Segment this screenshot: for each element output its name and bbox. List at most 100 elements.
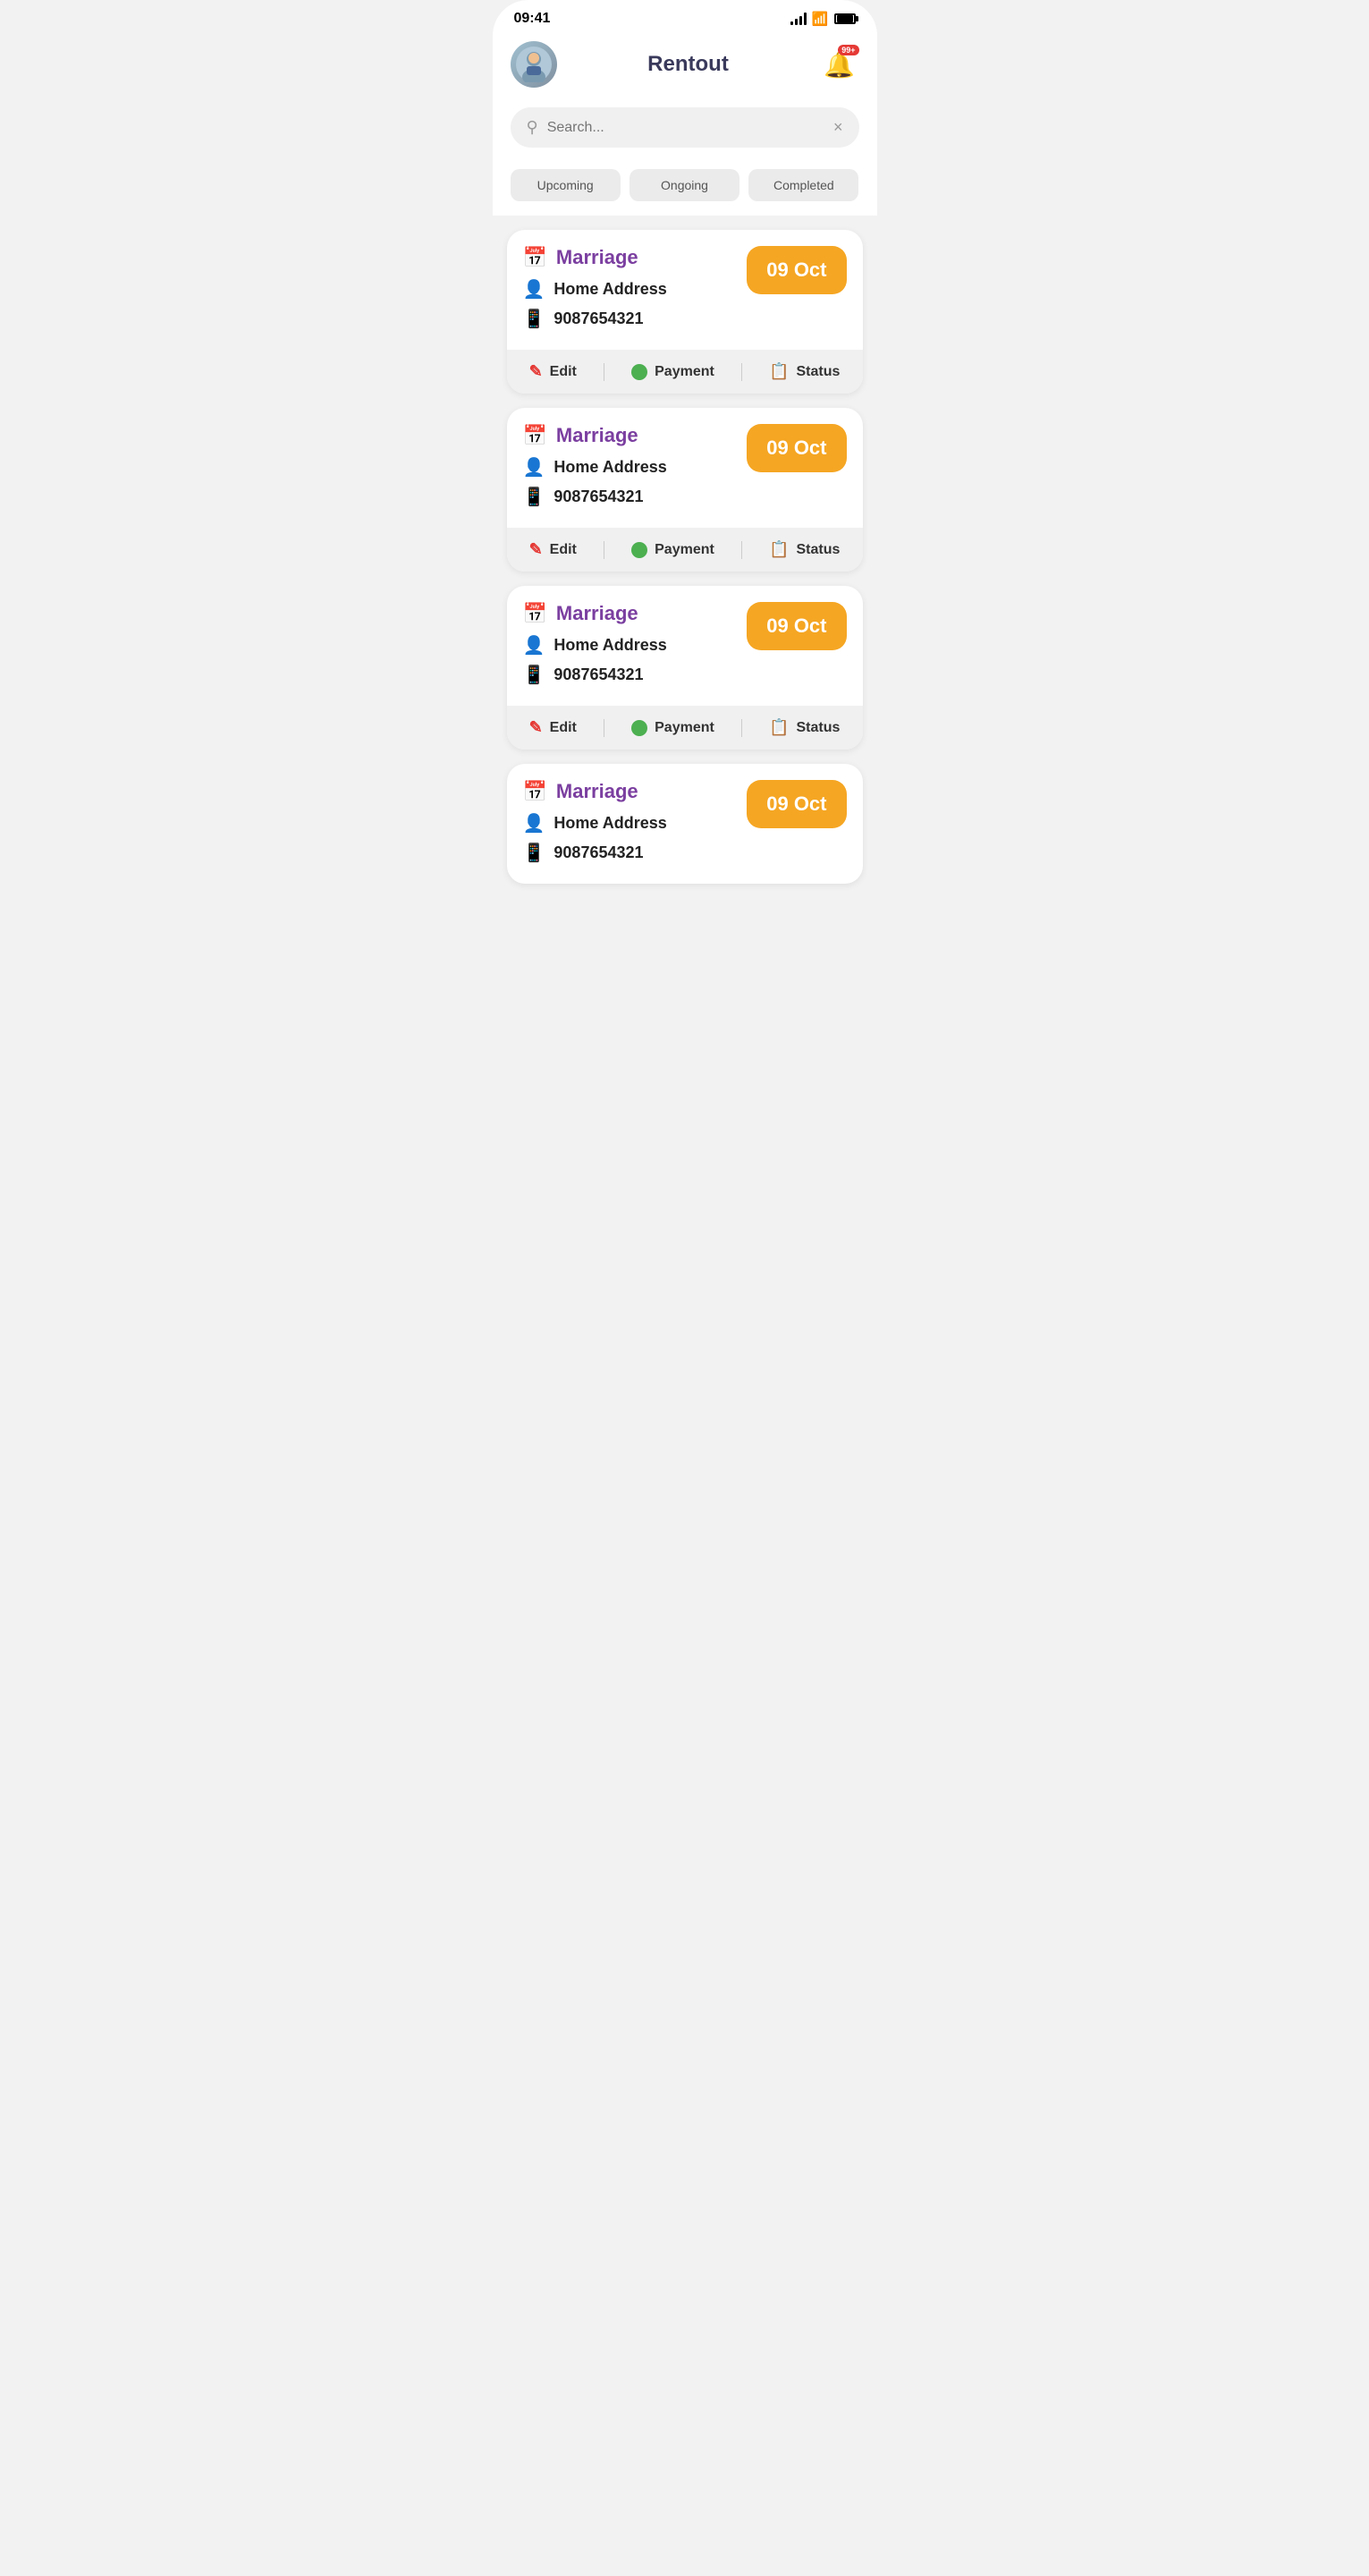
- edit-label-1: Edit: [550, 364, 577, 380]
- search-icon: ⚲: [527, 118, 538, 137]
- address-text-2: Home Address: [554, 458, 666, 477]
- calendar-icon-2: 📅: [523, 424, 547, 447]
- address-text-3: Home Address: [554, 636, 666, 655]
- wifi-icon: 📶: [812, 11, 829, 27]
- date-badge-3: 09 Oct: [747, 602, 846, 650]
- address-text-4: Home Address: [554, 814, 666, 833]
- payment-dot-1: [631, 364, 647, 380]
- edit-button-3[interactable]: ✎ Edit: [529, 718, 577, 737]
- event-name-3: Marriage: [556, 602, 638, 625]
- phone-icon-4: 📱: [523, 842, 545, 864]
- phone-text-4: 9087654321: [554, 843, 643, 862]
- edit-label-3: Edit: [550, 720, 577, 736]
- divider-2b: [741, 541, 742, 559]
- payment-button-3[interactable]: Payment: [631, 720, 714, 736]
- status-icons: 📶: [790, 11, 856, 27]
- status-icon-1: 📋: [769, 362, 789, 381]
- address-text-1: Home Address: [554, 280, 666, 299]
- address-row-1: 👤 Home Address: [523, 278, 748, 301]
- person-icon-4: 👤: [523, 812, 545, 835]
- app-title: Rentout: [647, 52, 729, 77]
- status-label-3: Status: [797, 720, 841, 736]
- calendar-icon-1: 📅: [523, 246, 547, 269]
- phone-text-2: 9087654321: [554, 487, 643, 506]
- edit-icon-3: ✎: [529, 718, 543, 737]
- date-text-2: 09 Oct: [766, 436, 826, 460]
- status-time: 09:41: [514, 11, 551, 27]
- edit-icon-2: ✎: [529, 540, 543, 559]
- phone-row-1: 📱 9087654321: [523, 308, 748, 330]
- phone-icon-3: 📱: [523, 664, 545, 686]
- phone-row-3: 📱 9087654321: [523, 664, 748, 686]
- payment-label-2: Payment: [655, 542, 714, 558]
- booking-card-3: 📅 Marriage 👤 Home Address 📱 9087654321 0…: [507, 586, 863, 750]
- phone-text-1: 9087654321: [554, 309, 643, 328]
- card-actions-2: ✎ Edit Payment 📋 Status: [507, 528, 863, 572]
- booking-card-2: 📅 Marriage 👤 Home Address 📱 9087654321 0…: [507, 408, 863, 572]
- event-row-2: 📅 Marriage: [523, 424, 748, 447]
- person-icon-3: 👤: [523, 634, 545, 657]
- battery-icon: [834, 13, 856, 24]
- card-top-2: 📅 Marriage 👤 Home Address 📱 9087654321 0…: [507, 408, 863, 528]
- payment-label-3: Payment: [655, 720, 714, 736]
- status-button-1[interactable]: 📋 Status: [769, 362, 840, 381]
- notification-badge: 99+: [838, 45, 858, 55]
- status-label-2: Status: [797, 542, 841, 558]
- date-text-3: 09 Oct: [766, 614, 826, 638]
- tab-completed[interactable]: Completed: [748, 169, 858, 201]
- edit-label-2: Edit: [550, 542, 577, 558]
- event-name-4: Marriage: [556, 780, 638, 803]
- search-input[interactable]: [547, 120, 824, 136]
- edit-icon-1: ✎: [529, 362, 543, 381]
- date-text-4: 09 Oct: [766, 792, 826, 816]
- edit-button-1[interactable]: ✎ Edit: [529, 362, 577, 381]
- card-actions-3: ✎ Edit Payment 📋 Status: [507, 706, 863, 750]
- payment-button-1[interactable]: Payment: [631, 364, 714, 380]
- clear-icon[interactable]: ×: [833, 118, 843, 137]
- tab-ongoing[interactable]: Ongoing: [630, 169, 739, 201]
- status-icon-2: 📋: [769, 540, 789, 559]
- event-row-4: 📅 Marriage: [523, 780, 748, 803]
- status-icon-3: 📋: [769, 718, 789, 737]
- person-icon-2: 👤: [523, 456, 545, 479]
- notification-bell[interactable]: 🔔 99+: [820, 45, 859, 84]
- filter-tabs: Upcoming Ongoing Completed: [493, 162, 877, 216]
- card-top-4: 📅 Marriage 👤 Home Address 📱 9087654321 0…: [507, 764, 863, 884]
- event-name-2: Marriage: [556, 424, 638, 447]
- phone-text-3: 9087654321: [554, 665, 643, 684]
- edit-button-2[interactable]: ✎ Edit: [529, 540, 577, 559]
- card-info-2: 📅 Marriage 👤 Home Address 📱 9087654321: [523, 424, 748, 515]
- status-button-3[interactable]: 📋 Status: [769, 718, 840, 737]
- card-top-1: 📅 Marriage 👤 Home Address 📱 9087654321 0…: [507, 230, 863, 350]
- header: Rentout 🔔 99+: [493, 30, 877, 97]
- divider-3b: [741, 719, 742, 737]
- search-bar: ⚲ ×: [511, 107, 859, 148]
- booking-card-1: 📅 Marriage 👤 Home Address 📱 9087654321 0…: [507, 230, 863, 394]
- phone-icon-1: 📱: [523, 308, 545, 330]
- card-actions-1: ✎ Edit Payment 📋 Status: [507, 350, 863, 394]
- phone-row-4: 📱 9087654321: [523, 842, 748, 864]
- phone-row-2: 📱 9087654321: [523, 486, 748, 508]
- payment-button-2[interactable]: Payment: [631, 542, 714, 558]
- phone-icon-2: 📱: [523, 486, 545, 508]
- date-badge-4: 09 Oct: [747, 780, 846, 828]
- search-container: ⚲ ×: [493, 97, 877, 162]
- payment-label-1: Payment: [655, 364, 714, 380]
- status-bar: 09:41 📶: [493, 0, 877, 30]
- card-info-4: 📅 Marriage 👤 Home Address 📱 9087654321: [523, 780, 748, 871]
- date-text-1: 09 Oct: [766, 258, 826, 282]
- status-button-2[interactable]: 📋 Status: [769, 540, 840, 559]
- calendar-icon-4: 📅: [523, 780, 547, 803]
- person-icon-1: 👤: [523, 278, 545, 301]
- event-row-1: 📅 Marriage: [523, 246, 748, 269]
- address-row-3: 👤 Home Address: [523, 634, 748, 657]
- card-info-1: 📅 Marriage 👤 Home Address 📱 9087654321: [523, 246, 748, 337]
- avatar[interactable]: [511, 41, 557, 88]
- payment-dot-3: [631, 720, 647, 736]
- date-badge-1: 09 Oct: [747, 246, 846, 294]
- tab-upcoming[interactable]: Upcoming: [511, 169, 621, 201]
- card-info-3: 📅 Marriage 👤 Home Address 📱 9087654321: [523, 602, 748, 693]
- address-row-4: 👤 Home Address: [523, 812, 748, 835]
- calendar-icon-3: 📅: [523, 602, 547, 625]
- divider-1b: [741, 363, 742, 381]
